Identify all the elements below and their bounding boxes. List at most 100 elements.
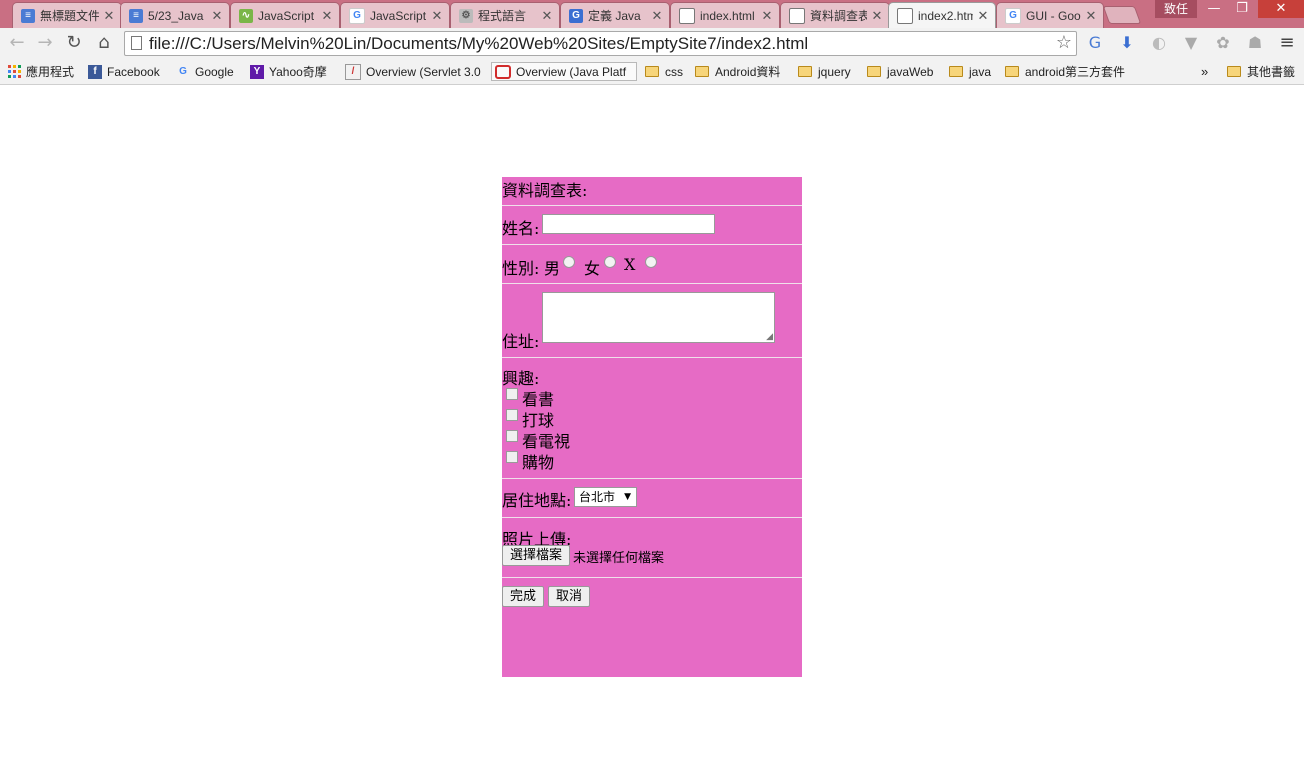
yahoo-icon: Y [250, 64, 264, 79]
url-text: file:///C:/Users/Melvin%20Lin/Documents/… [149, 34, 809, 53]
resize-grip-icon[interactable]: ◢ [766, 333, 773, 342]
bookmarks-overflow-button[interactable]: » [1201, 62, 1208, 81]
bookmarks-bar: 應用程式 f Facebook G Google Y Yahoo奇摩 / Ove… [0, 59, 1304, 85]
tab-title: 5/23_Java [148, 8, 204, 23]
close-icon[interactable]: ✕ [871, 8, 883, 24]
reload-icon[interactable]: ↻ [63, 32, 85, 54]
profile-button[interactable]: 致任 [1155, 0, 1197, 18]
extension-icon[interactable]: ◐ [1149, 33, 1169, 53]
page-icon [679, 7, 695, 24]
extension-icon[interactable]: ▼ [1181, 33, 1201, 53]
tab-1[interactable]: ≡ 無標題文件 ✕ [12, 2, 122, 28]
close-icon[interactable]: ✕ [211, 8, 223, 24]
gender-x-radio[interactable] [645, 256, 657, 268]
row-divider [502, 357, 802, 358]
name-input[interactable] [542, 214, 715, 234]
bookmark-folder-css[interactable]: css [645, 62, 683, 81]
bookmark-g-icon: G [569, 8, 583, 23]
restore-icon[interactable]: ❐ [1228, 0, 1256, 18]
close-icon[interactable]: ✕ [431, 8, 443, 24]
tab-4[interactable]: G JavaScript ✕ [340, 2, 450, 28]
tab-3[interactable]: ∿ JavaScript ✕ [230, 2, 340, 28]
tab-7[interactable]: index.html ✕ [670, 2, 780, 28]
tab-title: 程式語言 [478, 9, 527, 23]
extension-icon[interactable]: ✿ [1213, 33, 1233, 53]
tab-8[interactable]: 資料調查表 ✕ [780, 2, 890, 28]
location-select[interactable]: 台北市 ▼ [574, 487, 637, 507]
bookmark-folder-android3rd[interactable]: android第三方套件 [1005, 62, 1125, 81]
download-icon[interactable]: ⬇ [1117, 33, 1137, 53]
bookmark-facebook[interactable]: f Facebook [88, 62, 160, 81]
bookmark-label: Facebook [107, 64, 160, 79]
submit-button[interactable]: 完成 [502, 586, 544, 607]
tab-2[interactable]: ≡ 5/23_Java ✕ [120, 2, 230, 28]
folder-icon [949, 66, 963, 77]
bookmark-folder-other[interactable]: 其他書籤 [1227, 62, 1295, 81]
close-icon[interactable]: ✕ [977, 8, 989, 24]
close-icon[interactable]: ✕ [103, 8, 115, 24]
bookmark-label: Android資料 [715, 65, 781, 79]
forward-icon[interactable]: → [34, 32, 56, 54]
tab-strip: ≡ 無標題文件 ✕ ≡ 5/23_Java ✕ ∿ JavaScript ✕ G… [0, 0, 1304, 29]
row-divider [502, 517, 802, 518]
address-textarea[interactable]: ◢ [542, 292, 775, 343]
close-icon[interactable]: ✕ [651, 8, 663, 24]
close-window-icon[interactable]: ✕ [1258, 0, 1304, 18]
bookmark-google[interactable]: G Google [176, 62, 234, 81]
tab-title: 資料調查表 [810, 9, 867, 23]
choose-file-button[interactable]: 選擇檔案 [502, 545, 570, 566]
android-icon[interactable]: ☗ [1245, 33, 1265, 53]
bookmark-star-icon[interactable]: ☆ [1056, 32, 1072, 53]
gender-female-radio[interactable] [604, 256, 616, 268]
bookmark-label: Yahoo奇摩 [269, 65, 327, 79]
bookmark-java-platform[interactable]: Overview (Java Platf [491, 62, 637, 81]
bookmark-label: jquery [818, 64, 851, 79]
translate-icon[interactable]: G [1085, 33, 1105, 53]
cancel-button[interactable]: 取消 [548, 586, 590, 607]
menu-icon[interactable]: ≡ [1277, 33, 1297, 53]
bookmark-yahoo[interactable]: Y Yahoo奇摩 [250, 62, 327, 81]
gender-male-radio[interactable] [563, 256, 575, 268]
bookmark-folder-android[interactable]: Android資料 [695, 62, 780, 81]
gear-icon: ⚙ [459, 8, 473, 23]
hobby-reading-checkbox[interactable] [506, 388, 518, 400]
tab-5[interactable]: ⚙ 程式語言 ✕ [450, 2, 560, 28]
address-bar[interactable]: file:///C:/Users/Melvin%20Lin/Documents/… [124, 31, 1077, 56]
close-icon[interactable]: ✕ [541, 8, 553, 24]
hobby-tv-checkbox[interactable] [506, 430, 518, 442]
gender-option-label: 男 [544, 259, 561, 278]
google-icon: G [349, 7, 365, 24]
hobby-shopping-checkbox[interactable] [506, 451, 518, 463]
back-icon[interactable]: ← [6, 32, 28, 54]
tab-active[interactable]: index2.html ✕ [888, 2, 996, 29]
folder-icon [695, 66, 709, 77]
home-icon[interactable]: ⌂ [93, 32, 115, 54]
bookmark-label: android第三方套件 [1025, 65, 1126, 79]
close-icon[interactable]: ✕ [1085, 8, 1097, 24]
tab-title: JavaScript [370, 8, 427, 23]
tab-title: index.html [700, 8, 755, 23]
bookmark-servlet[interactable]: / Overview (Servlet 3.0 [345, 62, 485, 81]
close-icon[interactable]: ✕ [761, 8, 773, 24]
bookmark-label: java [969, 64, 992, 79]
bookmark-folder-java[interactable]: java [949, 62, 991, 81]
tab-10[interactable]: G GUI - Google ✕ [996, 2, 1104, 28]
folder-icon [645, 66, 659, 77]
bookmark-label: Overview (Servlet 3.0 [366, 64, 481, 79]
page-icon [131, 36, 142, 50]
close-icon[interactable]: ✕ [321, 8, 333, 24]
hobby-ball-checkbox[interactable] [506, 409, 518, 421]
new-tab-button[interactable] [1102, 6, 1142, 24]
location-label: 居住地點: [502, 491, 572, 510]
minimize-icon[interactable]: — [1200, 0, 1228, 18]
bookmark-folder-javaweb[interactable]: javaWeb [867, 62, 933, 81]
tab-title: GUI - Google [1026, 8, 1081, 23]
name-label: 姓名: [502, 219, 540, 238]
bookmark-folder-jquery[interactable]: jquery [798, 62, 851, 81]
tab-6[interactable]: G 定義 Java ✕ [560, 2, 670, 28]
bookmark-apps[interactable]: 應用程式 [8, 62, 74, 81]
address-label: 住址: [502, 332, 540, 351]
gender-option-label: 女 [584, 259, 601, 278]
bookmark-label: javaWeb [887, 64, 934, 79]
google-icon: G [179, 66, 187, 77]
